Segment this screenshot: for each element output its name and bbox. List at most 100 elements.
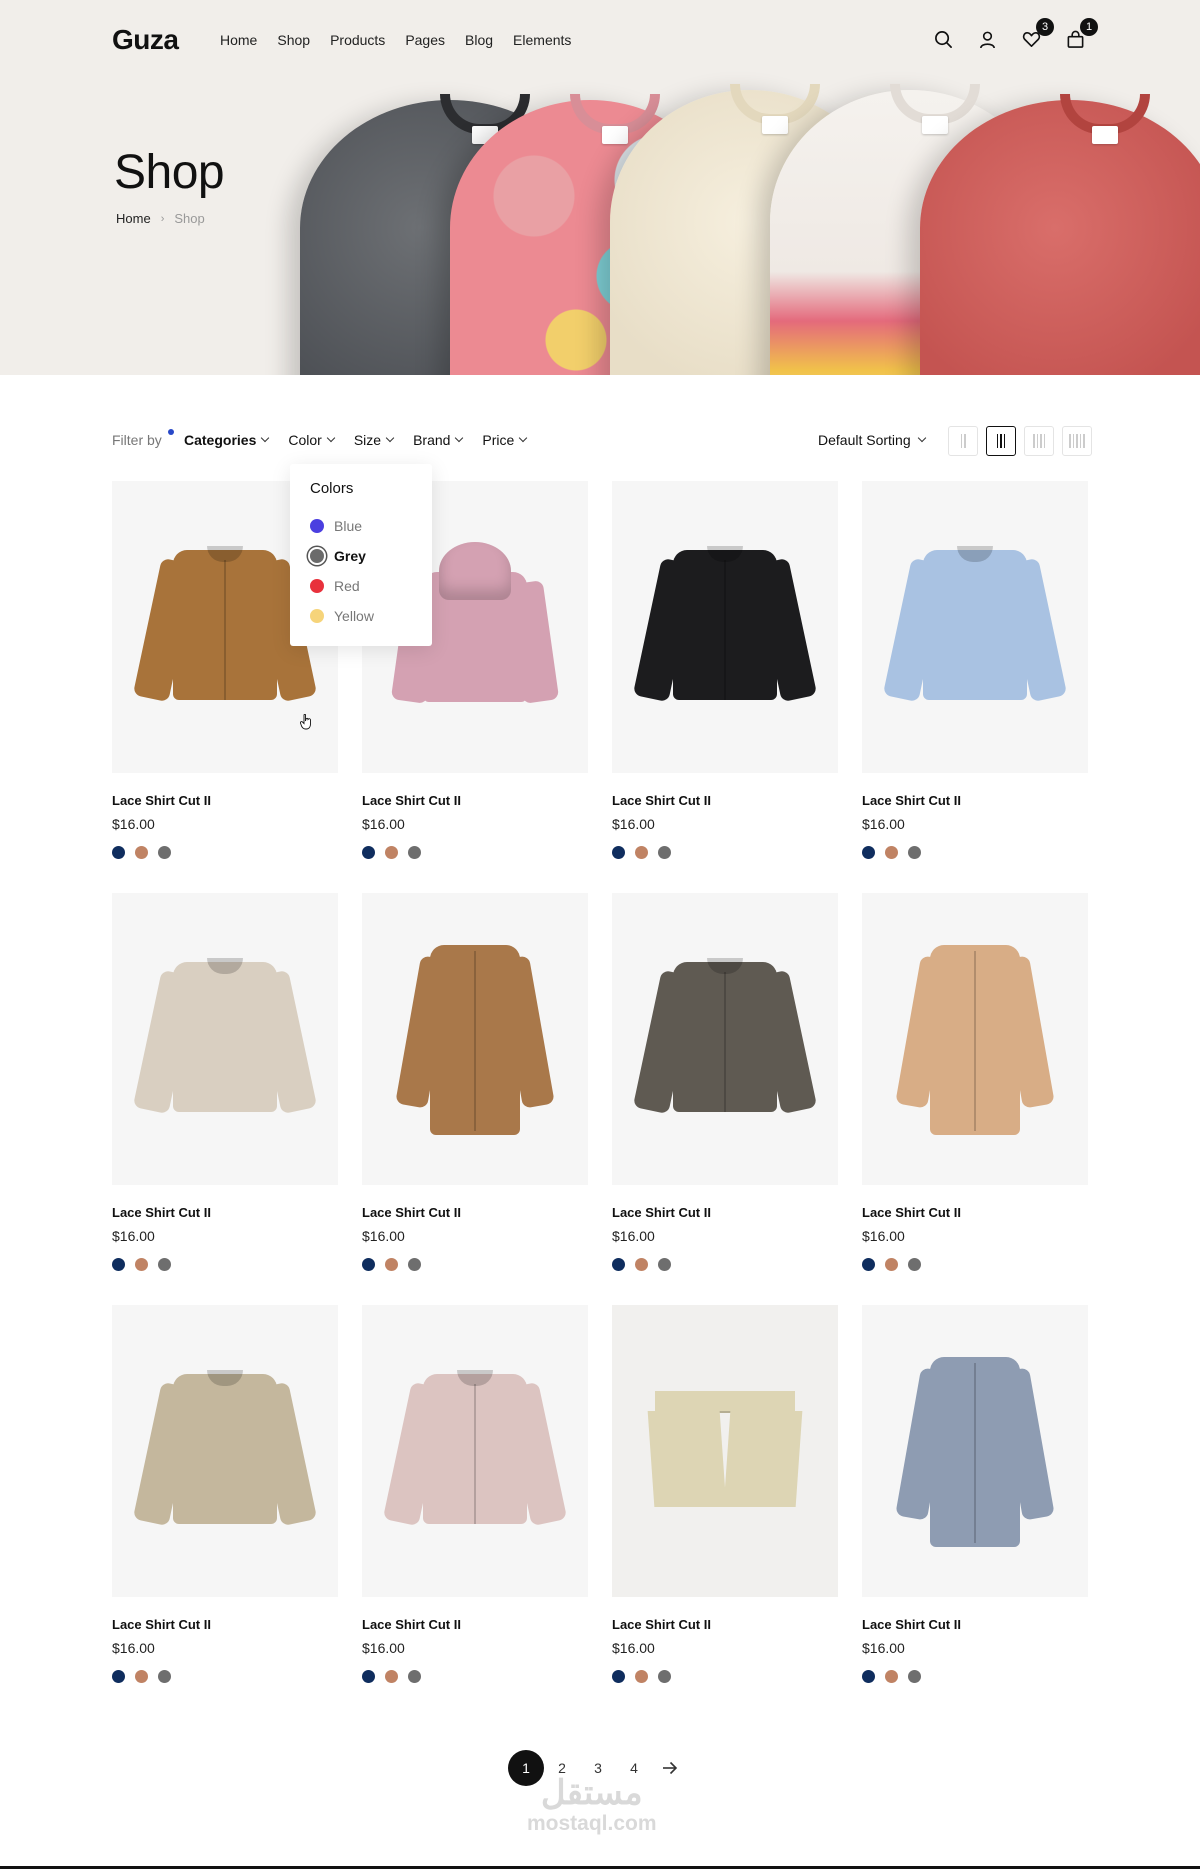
filter-size[interactable]: Size xyxy=(354,432,395,448)
nav-blog[interactable]: Blog xyxy=(465,32,493,48)
color-option-yellow[interactable]: Yellow xyxy=(310,601,412,631)
color-swatch[interactable] xyxy=(158,1670,171,1683)
product-name[interactable]: Lace Shirt Cut II xyxy=(362,1617,588,1632)
product-image[interactable] xyxy=(862,1305,1088,1597)
product-image[interactable] xyxy=(112,893,338,1185)
logo[interactable]: Guza xyxy=(112,24,179,56)
product-price: $16.00 xyxy=(112,1228,155,1244)
product-name[interactable]: Lace Shirt Cut II xyxy=(612,1205,838,1220)
color-swatch[interactable] xyxy=(658,1258,671,1271)
color-swatch[interactable] xyxy=(658,846,671,859)
color-swatch[interactable] xyxy=(908,1670,921,1683)
color-swatch[interactable] xyxy=(158,846,171,859)
filter-price[interactable]: Price xyxy=(482,432,528,448)
cart-icon[interactable]: 1 xyxy=(1064,18,1098,50)
product-image[interactable] xyxy=(112,1305,338,1597)
filter-categories[interactable]: Categories xyxy=(184,432,270,448)
product-image[interactable] xyxy=(612,1305,838,1597)
hand-cursor-icon xyxy=(300,714,311,730)
color-swatch[interactable] xyxy=(408,846,421,859)
color-swatch[interactable] xyxy=(635,1670,648,1683)
color-option-grey[interactable]: Grey xyxy=(310,541,412,571)
product-card[interactable]: Lace Shirt Cut II $16.00 xyxy=(862,481,1088,859)
color-swatch[interactable] xyxy=(658,1670,671,1683)
color-option-blue[interactable]: Blue xyxy=(310,511,412,541)
color-swatch[interactable] xyxy=(635,1258,648,1271)
view-5-columns-icon[interactable] xyxy=(1062,426,1092,456)
product-image[interactable] xyxy=(612,893,838,1185)
product-card[interactable]: Lace Shirt Cut II $16.00 xyxy=(112,1305,338,1683)
nav-pages[interactable]: Pages xyxy=(405,32,445,48)
view-4-columns-icon[interactable] xyxy=(1024,426,1054,456)
product-card[interactable]: Lace Shirt Cut II $16.00 xyxy=(862,893,1088,1271)
color-swatch[interactable] xyxy=(385,846,398,859)
color-swatch[interactable] xyxy=(362,1258,375,1271)
color-swatch[interactable] xyxy=(862,1258,875,1271)
product-name[interactable]: Lace Shirt Cut II xyxy=(862,793,1088,808)
product-name[interactable]: Lace Shirt Cut II xyxy=(862,1617,1088,1632)
nav-shop[interactable]: Shop xyxy=(277,32,310,48)
color-swatch[interactable] xyxy=(862,1670,875,1683)
product-card[interactable]: Lace Shirt Cut II $16.00 xyxy=(612,1305,838,1683)
product-card[interactable]: Lace Shirt Cut II $16.00 xyxy=(362,893,588,1271)
color-swatch[interactable] xyxy=(408,1670,421,1683)
product-card[interactable]: Lace Shirt Cut II $16.00 xyxy=(612,893,838,1271)
color-swatch[interactable] xyxy=(862,846,875,859)
product-image[interactable] xyxy=(862,893,1088,1185)
nav-elements[interactable]: Elements xyxy=(513,32,571,48)
color-swatch[interactable] xyxy=(362,1670,375,1683)
product-name[interactable]: Lace Shirt Cut II xyxy=(862,1205,1088,1220)
filter-brand[interactable]: Brand xyxy=(413,432,464,448)
color-swatch[interactable] xyxy=(112,1670,125,1683)
color-option-label: Yellow xyxy=(334,608,374,624)
color-swatch[interactable] xyxy=(612,1258,625,1271)
product-image[interactable] xyxy=(862,481,1088,773)
product-image[interactable] xyxy=(362,893,588,1185)
color-swatch[interactable] xyxy=(885,1670,898,1683)
filter-color[interactable]: Color xyxy=(288,432,336,448)
color-swatch[interactable] xyxy=(112,846,125,859)
product-card[interactable]: Lace Shirt Cut II $16.00 xyxy=(862,1305,1088,1683)
view-3-columns-icon[interactable] xyxy=(986,426,1016,456)
color-option-red[interactable]: Red xyxy=(310,571,412,601)
color-swatch[interactable] xyxy=(112,1258,125,1271)
account-icon[interactable] xyxy=(976,28,998,50)
chevron-down-icon xyxy=(519,433,528,443)
product-image[interactable] xyxy=(612,481,838,773)
color-swatch[interactable] xyxy=(135,1258,148,1271)
nav-home[interactable]: Home xyxy=(220,32,257,48)
product-name[interactable]: Lace Shirt Cut II xyxy=(362,793,588,808)
product-name[interactable]: Lace Shirt Cut II xyxy=(362,1205,588,1220)
product-name[interactable]: Lace Shirt Cut II xyxy=(612,793,838,808)
next-page-arrow-icon[interactable] xyxy=(652,1750,688,1786)
color-swatch[interactable] xyxy=(385,1670,398,1683)
color-swatch[interactable] xyxy=(135,846,148,859)
color-swatch[interactable] xyxy=(885,846,898,859)
product-name[interactable]: Lace Shirt Cut II xyxy=(112,1205,338,1220)
color-swatch[interactable] xyxy=(908,846,921,859)
sort-select[interactable]: Default Sorting xyxy=(818,432,926,448)
breadcrumb-home[interactable]: Home xyxy=(116,211,151,226)
color-swatch[interactable] xyxy=(635,846,648,859)
color-swatch[interactable] xyxy=(408,1258,421,1271)
product-name[interactable]: Lace Shirt Cut II xyxy=(112,793,338,808)
product-image[interactable] xyxy=(362,1305,588,1597)
color-swatch[interactable] xyxy=(158,1258,171,1271)
color-swatch[interactable] xyxy=(362,846,375,859)
color-swatch[interactable] xyxy=(135,1670,148,1683)
product-card[interactable]: Lace Shirt Cut II $16.00 xyxy=(362,1305,588,1683)
color-swatch[interactable] xyxy=(612,846,625,859)
product-name[interactable]: Lace Shirt Cut II xyxy=(612,1617,838,1632)
product-name[interactable]: Lace Shirt Cut II xyxy=(112,1617,338,1632)
wishlist-icon[interactable]: 3 xyxy=(1020,18,1054,50)
product-card[interactable]: Lace Shirt Cut II $16.00 xyxy=(112,893,338,1271)
color-swatch[interactable] xyxy=(885,1258,898,1271)
wishlist-count-badge: 3 xyxy=(1036,18,1054,36)
color-swatch[interactable] xyxy=(612,1670,625,1683)
search-icon[interactable] xyxy=(932,28,954,50)
color-swatch[interactable] xyxy=(385,1258,398,1271)
view-2-columns-icon[interactable] xyxy=(948,426,978,456)
nav-products[interactable]: Products xyxy=(330,32,385,48)
color-swatch[interactable] xyxy=(908,1258,921,1271)
product-card[interactable]: Lace Shirt Cut II $16.00 xyxy=(612,481,838,859)
